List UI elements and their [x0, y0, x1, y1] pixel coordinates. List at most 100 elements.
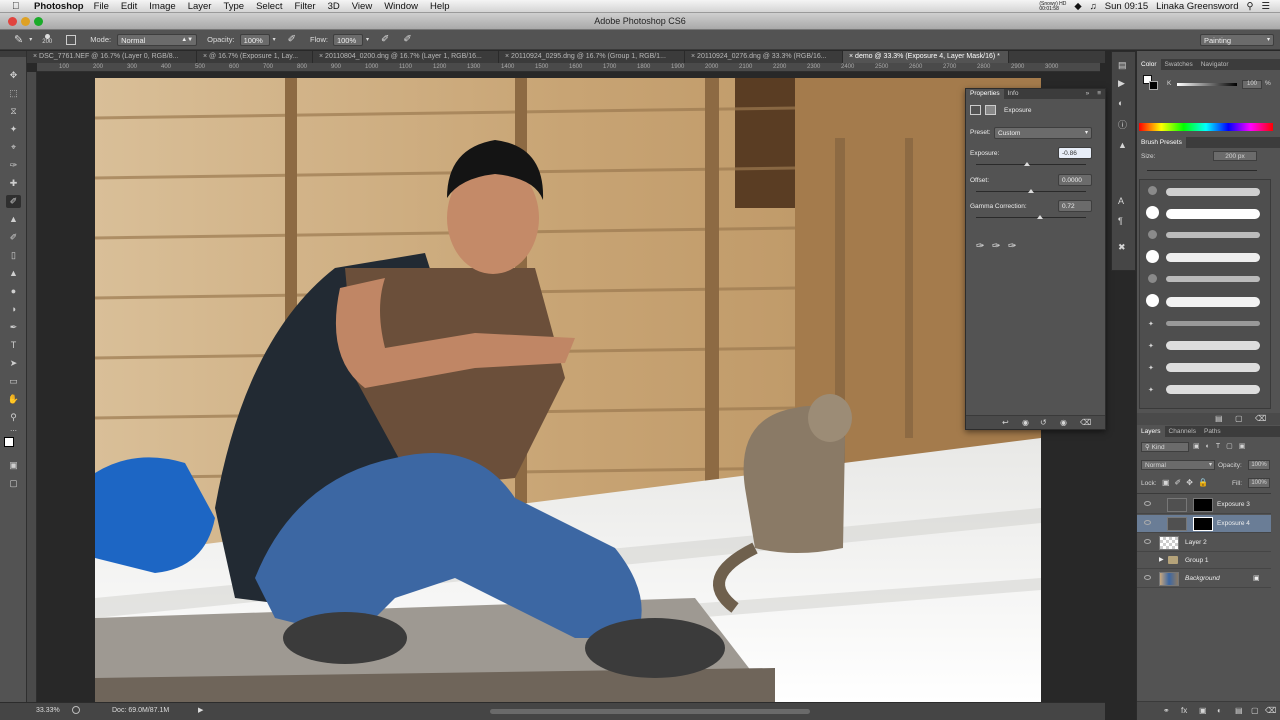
clone-stamp-icon[interactable]: ▲: [6, 213, 21, 226]
layer-opacity-field[interactable]: 100%: [1248, 460, 1270, 470]
zoom-tool-icon[interactable]: ⚲: [6, 411, 21, 424]
k-value-field[interactable]: 100: [1242, 80, 1262, 89]
close-window-icon[interactable]: [8, 17, 17, 26]
clone-source-icon[interactable]: ▲: [1118, 140, 1127, 150]
tab-layers[interactable]: Layers: [1137, 426, 1165, 437]
adjustments-panel-icon[interactable]: ◐: [1118, 98, 1123, 108]
eraser-tool-icon[interactable]: ▯: [6, 249, 21, 262]
toolbar-grip[interactable]: [0, 51, 26, 57]
brush-preset[interactable]: [1142, 204, 1270, 224]
new-layer-icon[interactable]: ▢: [1251, 706, 1259, 715]
type-tool-icon[interactable]: T: [6, 339, 21, 352]
opacity-field[interactable]: 100%: [239, 33, 270, 46]
menu-layer[interactable]: Layer: [188, 1, 212, 12]
panel-collapse-icon[interactable]: »: [1082, 89, 1094, 99]
brush-size-picker[interactable]: 200: [42, 34, 52, 45]
tools-preset-icon[interactable]: ✖: [1118, 242, 1126, 253]
visibility-icon[interactable]: ◉: [1060, 418, 1067, 427]
export-icon[interactable]: [72, 706, 80, 714]
history-panel-icon[interactable]: ▤: [1118, 60, 1127, 71]
pressure-opacity-icon[interactable]: ✐: [288, 34, 296, 45]
tab-color[interactable]: Color: [1137, 59, 1161, 70]
menubar-user[interactable]: Linaka Greensword: [1156, 1, 1238, 12]
foreground-color-swatch[interactable]: [4, 437, 14, 447]
document-photo[interactable]: [95, 78, 1041, 702]
wifi-icon[interactable]: ◆: [1074, 1, 1081, 12]
layer-filter-kind[interactable]: ⚲ Kind: [1141, 442, 1189, 452]
offset-field[interactable]: 0.0000: [1058, 174, 1092, 186]
layer-thumbnail[interactable]: [1159, 536, 1179, 550]
airbrush-icon[interactable]: ✐: [381, 34, 389, 45]
panel-menu-icon[interactable]: ≡: [1093, 89, 1105, 99]
notification-icon[interactable]: ☰: [1261, 1, 1270, 12]
tab-swatches[interactable]: Swatches: [1161, 59, 1197, 70]
zoom-window-icon[interactable]: [34, 17, 43, 26]
blur-tool-icon[interactable]: ●: [6, 285, 21, 298]
trash-icon[interactable]: ⌫: [1080, 418, 1091, 427]
menu-filter[interactable]: Filter: [294, 1, 315, 12]
horizontal-ruler[interactable]: 100 200 300 400 500 600 700 800 900 1000 1100 1200 1…: [37, 63, 1100, 72]
eye-icon[interactable]: [1144, 501, 1151, 506]
tool-preset-chevron-icon[interactable]: ▾: [29, 36, 32, 43]
hand-tool-icon[interactable]: ✋: [6, 393, 21, 406]
preset-select[interactable]: Custom ▾: [994, 127, 1092, 139]
exposure-slider-knob[interactable]: [1023, 162, 1030, 166]
crop-tool-icon[interactable]: ⌖: [6, 141, 21, 154]
menu-app-name[interactable]: Photoshop: [34, 1, 84, 12]
reset-icon[interactable]: ↺: [1040, 418, 1047, 427]
layer-row[interactable]: Layer 2: [1137, 534, 1271, 552]
menu-window[interactable]: Window: [384, 1, 418, 12]
doc-tab-active[interactable]: × demo @ 33.3% (Exposure 4, Layer Mask/1…: [843, 51, 1009, 63]
doc-tab[interactable]: × 20110804_0200.dng @ 16.7% (Layer 1, RG…: [313, 51, 499, 63]
info-panel-icon[interactable]: ⓘ: [1118, 118, 1127, 131]
trash-icon[interactable]: ⌫: [1265, 706, 1276, 715]
quick-mask-icon[interactable]: ▣: [6, 459, 21, 472]
layer-name[interactable]: Background: [1185, 575, 1220, 582]
fill-field[interactable]: 100%: [1248, 478, 1270, 488]
eye-icon[interactable]: [1144, 539, 1151, 544]
eye-icon[interactable]: [1144, 575, 1151, 580]
lasso-tool-icon[interactable]: ⧖: [6, 105, 21, 118]
new-brush-icon[interactable]: ▢: [1235, 414, 1243, 423]
clip-to-layer-icon[interactable]: ↩: [1002, 418, 1009, 427]
offset-slider-knob[interactable]: [1028, 189, 1034, 193]
paragraph-panel-icon[interactable]: ¶: [1118, 216, 1123, 226]
path-select-icon[interactable]: ➤: [6, 357, 21, 370]
expand-group-icon[interactable]: ▶: [1159, 556, 1164, 563]
tab-paths[interactable]: Paths: [1200, 426, 1225, 437]
adjustment-thumbnail[interactable]: [1167, 517, 1187, 531]
character-panel-icon[interactable]: A: [1118, 196, 1124, 206]
layer-style-icon[interactable]: fx: [1181, 706, 1187, 715]
brush-preset[interactable]: [1142, 292, 1270, 312]
eye-icon[interactable]: [1144, 520, 1151, 525]
gamma-slider[interactable]: [976, 217, 1086, 218]
layer-name[interactable]: Layer 2: [1185, 539, 1207, 546]
gamma-field[interactable]: 0.72: [1058, 200, 1092, 212]
brush-preset[interactable]: [1142, 182, 1270, 202]
doc-tab[interactable]: × @ 16.7% (Exposure 1, Lay...: [197, 51, 313, 63]
exposure-slider[interactable]: [976, 164, 1086, 165]
layer-row-selected[interactable]: Exposure 4: [1137, 515, 1271, 533]
brush-size-slider[interactable]: [1147, 170, 1257, 171]
menu-help[interactable]: Help: [430, 1, 450, 12]
mask-icon[interactable]: [985, 105, 996, 115]
brush-preset[interactable]: [1142, 270, 1270, 290]
new-group-icon[interactable]: ▤: [1235, 706, 1243, 715]
brush-size-field[interactable]: 200 px: [1213, 151, 1257, 161]
apple-icon[interactable]: : [12, 1, 26, 12]
opacity-dropdown-icon[interactable]: ▾: [273, 36, 276, 43]
exposure-field[interactable]: -0.86: [1058, 147, 1092, 159]
layer-name[interactable]: Exposure 3: [1217, 501, 1250, 508]
view-previous-icon[interactable]: ◉: [1022, 418, 1029, 427]
spotlight-search-icon[interactable]: ⚲: [1247, 1, 1254, 12]
minimize-window-icon[interactable]: [21, 17, 30, 26]
volume-icon[interactable]: ♫: [1090, 1, 1097, 12]
add-mask-icon[interactable]: ▣: [1199, 706, 1207, 715]
horizontal-scrollbar[interactable]: [490, 709, 810, 714]
eyedropper-black-icon[interactable]: ✑: [976, 241, 984, 252]
marquee-tool-icon[interactable]: ⬚: [6, 87, 21, 100]
menubar-clock[interactable]: Sun 09:15: [1105, 1, 1148, 12]
actions-panel-icon[interactable]: ▶: [1118, 78, 1125, 89]
brush-settings-icon[interactable]: ▤: [1215, 414, 1223, 423]
menu-view[interactable]: View: [352, 1, 372, 12]
